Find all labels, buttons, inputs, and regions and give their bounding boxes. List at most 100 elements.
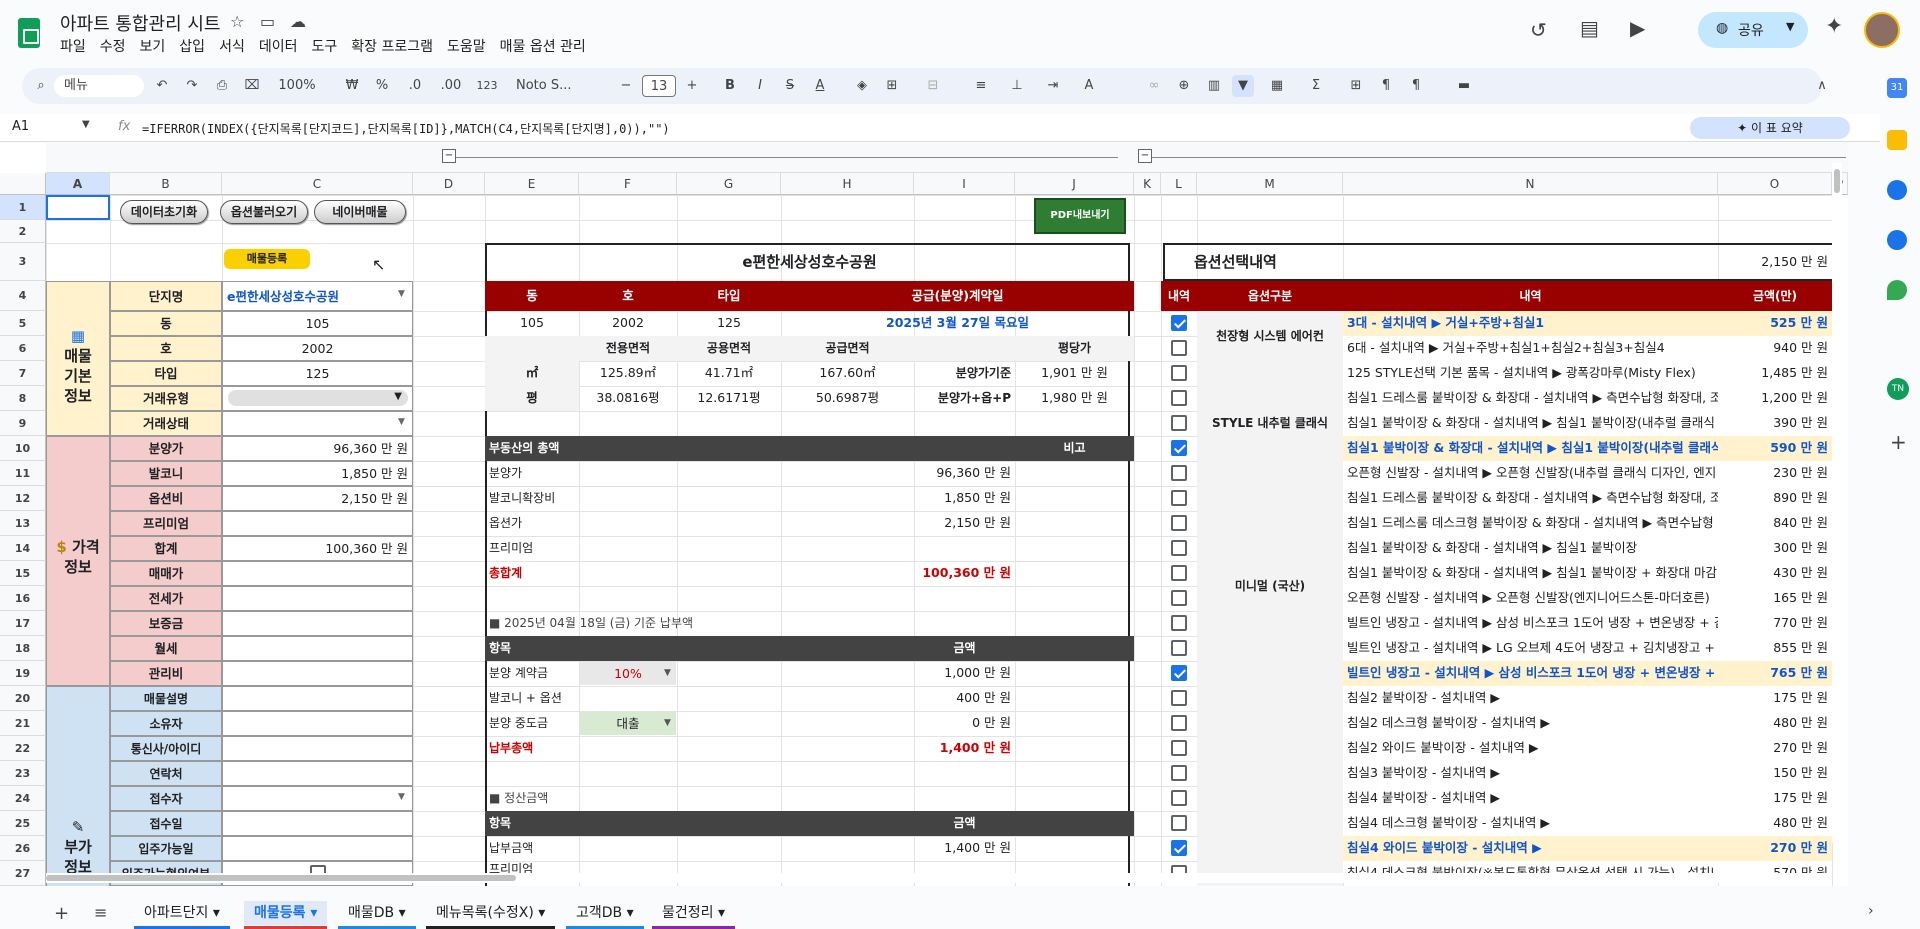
option-checkbox[interactable]: [1171, 715, 1187, 731]
column-header-J[interactable]: J: [1015, 173, 1134, 195]
select-all-corner[interactable]: [0, 173, 46, 195]
increase-decimal-button[interactable]: .00: [436, 75, 466, 97]
row-header-12[interactable]: 12: [0, 486, 46, 511]
row-header-6[interactable]: 6: [0, 336, 46, 361]
load-options-button[interactable]: 옵션불러오기: [220, 200, 308, 224]
option-checkbox[interactable]: [1171, 740, 1187, 756]
sheet-tab[interactable]: 매물등록 ▾: [244, 901, 328, 929]
option-checkbox[interactable]: [1171, 790, 1187, 806]
rtl-icon[interactable]: ¶: [1406, 75, 1426, 97]
receive-date-value[interactable]: [222, 811, 413, 836]
print-icon[interactable]: ⎙: [212, 75, 232, 97]
contract-percent-select[interactable]: 10%: [580, 662, 676, 685]
sheet-tab[interactable]: 아파트단지 ▾: [134, 901, 230, 929]
sheet-tab[interactable]: 매물DB ▾: [338, 901, 416, 929]
desc-value[interactable]: [222, 686, 413, 711]
insert-chart-icon[interactable]: ▥: [1204, 75, 1224, 97]
trade-value[interactable]: [222, 561, 413, 586]
addon-tn-icon[interactable]: TN: [1887, 378, 1909, 400]
reset-data-button[interactable]: 데이터초기화: [120, 200, 208, 224]
type-value[interactable]: 125: [222, 361, 413, 386]
option-checkbox[interactable]: [1171, 440, 1187, 456]
column-header-I[interactable]: I: [914, 173, 1015, 195]
chevron-down-icon[interactable]: ▾: [534, 905, 545, 921]
fill-color-icon[interactable]: ◈: [852, 75, 872, 97]
sheet-tab[interactable]: 물건정리 ▾: [652, 901, 736, 929]
option-checkbox[interactable]: [1171, 840, 1187, 856]
monthly-value[interactable]: [222, 636, 413, 661]
chevron-down-icon[interactable]: ▼: [398, 417, 405, 427]
keep-icon[interactable]: [1887, 130, 1907, 150]
chevron-down-icon[interactable]: ▾: [306, 905, 317, 921]
column-header-N[interactable]: N: [1343, 173, 1718, 195]
row-header-1[interactable]: 1: [0, 195, 46, 220]
option-checkbox[interactable]: [1171, 590, 1187, 606]
font-size-minus-icon[interactable]: −: [618, 75, 634, 97]
column-header-A[interactable]: A: [46, 173, 110, 195]
option-checkbox[interactable]: [1171, 415, 1187, 431]
deal-status-value[interactable]: [222, 411, 413, 436]
chevron-down-icon[interactable]: ▾: [394, 905, 406, 921]
row-header-4[interactable]: 4: [0, 281, 46, 311]
redo-icon[interactable]: ↷: [182, 75, 202, 97]
input-tools-icon[interactable]: ▬: [1446, 75, 1482, 97]
sheet-grid[interactable]: − − ABCDEFGHIJKLMNOP 1234567891011121314…: [0, 143, 1848, 886]
row-header-20[interactable]: 20: [0, 686, 46, 711]
column-header-C[interactable]: C: [222, 173, 413, 195]
midpayment-type-select[interactable]: 대출: [580, 712, 676, 735]
option-checkbox[interactable]: [1171, 315, 1187, 331]
avatar[interactable]: [1864, 12, 1900, 48]
menu-item-2[interactable]: 보기: [140, 36, 166, 56]
sheet-tab[interactable]: 고객DB ▾: [566, 901, 644, 929]
row-header-26[interactable]: 26: [0, 836, 46, 861]
option-checkbox[interactable]: [1171, 515, 1187, 531]
row-header-27[interactable]: 27: [0, 861, 46, 886]
gemini-icon[interactable]: ✦: [1825, 14, 1843, 39]
number-format-button[interactable]: 123: [472, 75, 502, 97]
option-checkbox[interactable]: [1171, 340, 1187, 356]
chevron-down-icon[interactable]: ▾: [208, 905, 220, 921]
link-icon[interactable]: ∞: [1144, 75, 1164, 97]
horizontal-scrollbar[interactable]: [46, 873, 1832, 883]
menu-item-0[interactable]: 파일: [60, 36, 86, 56]
chevron-down-icon[interactable]: ▾: [622, 905, 634, 921]
group-collapse-icon[interactable]: −: [1138, 149, 1152, 163]
value-contract[interactable]: 2025년 3월 27일 목요일: [781, 311, 1134, 336]
jeonse-value[interactable]: [222, 586, 413, 611]
menu-item-5[interactable]: 데이터: [259, 36, 298, 56]
option-value[interactable]: 2,150 만 원: [222, 486, 413, 511]
column-header-O[interactable]: O: [1718, 173, 1832, 195]
undo-icon[interactable]: ↶: [152, 75, 172, 97]
option-checkbox[interactable]: [1171, 765, 1187, 781]
row-header-14[interactable]: 14: [0, 536, 46, 561]
deposit-value[interactable]: [222, 611, 413, 636]
borders-icon[interactable]: ⊞: [882, 75, 902, 97]
functions-icon[interactable]: Σ: [1306, 75, 1326, 97]
column-header-L[interactable]: L: [1161, 173, 1197, 195]
contact-value[interactable]: [222, 761, 413, 786]
zoom-select[interactable]: 100%: [272, 75, 322, 97]
naver-listing-button[interactable]: 네이버매물: [314, 200, 406, 224]
formula-input[interactable]: =IFERROR(INDEX({단지목록[단지코드],단지목록[ID]},MAT…: [142, 120, 670, 137]
collapse-toolbar-icon[interactable]: ∧: [1812, 75, 1832, 97]
ltr-icon[interactable]: ¶: [1376, 75, 1396, 97]
row-header-15[interactable]: 15: [0, 561, 46, 586]
menu-item-4[interactable]: 서식: [219, 36, 245, 56]
receiver-value[interactable]: [222, 786, 413, 811]
option-checkbox[interactable]: [1171, 540, 1187, 556]
row-header-23[interactable]: 23: [0, 761, 46, 786]
chevron-down-icon[interactable]: ▾: [714, 905, 725, 921]
tasks-icon[interactable]: [1887, 180, 1907, 200]
menu-item-1[interactable]: 수정: [100, 36, 126, 56]
deal-type-dropdown[interactable]: ▼: [228, 390, 408, 406]
comment-icon[interactable]: ▤: [1580, 16, 1599, 40]
total-value[interactable]: 100,360 만 원: [222, 536, 413, 561]
vertical-align-icon[interactable]: ⊥: [1002, 75, 1032, 97]
dong-value[interactable]: 105: [222, 311, 413, 336]
option-checkbox[interactable]: [1171, 490, 1187, 506]
row-header-13[interactable]: 13: [0, 511, 46, 536]
row-header-24[interactable]: 24: [0, 786, 46, 811]
move-value[interactable]: [222, 836, 413, 861]
decrease-decimal-button[interactable]: .0: [402, 75, 428, 97]
value-ho[interactable]: 2002: [579, 311, 677, 336]
